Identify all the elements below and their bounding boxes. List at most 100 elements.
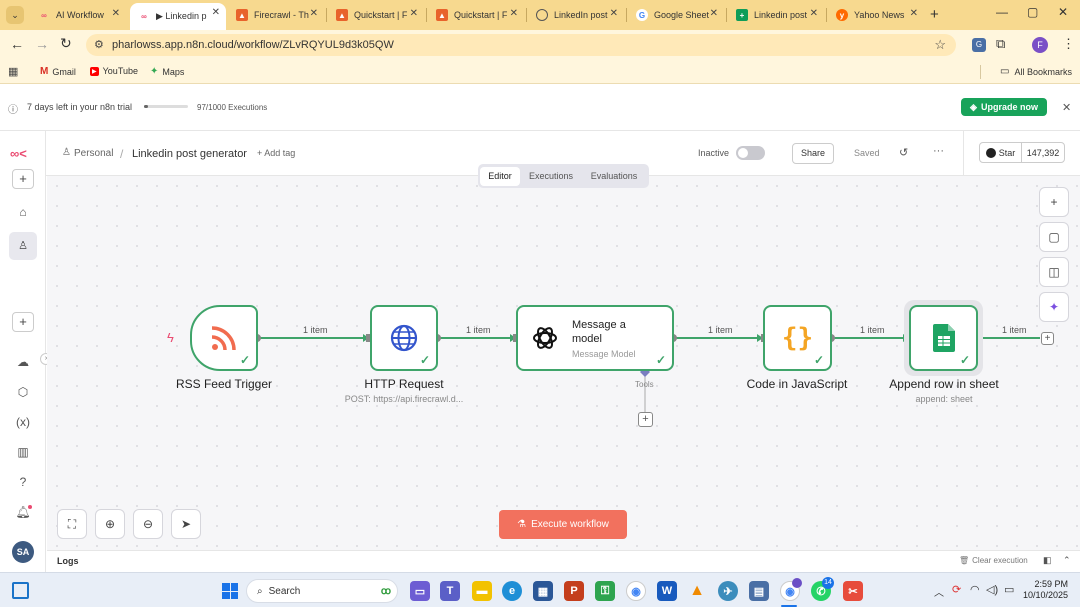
profile-avatar[interactable]: F: [1032, 37, 1048, 53]
show-hidden-icons[interactable]: ︿: [934, 584, 944, 599]
help-icon[interactable]: ?: [14, 473, 32, 491]
sticky-note-button[interactable]: ▢: [1039, 222, 1069, 252]
node-message-a-model[interactable]: Message a model Message Model ✓: [516, 305, 674, 371]
add-tool-button[interactable]: +: [638, 412, 653, 427]
collapse-chevron-icon[interactable]: ⌃: [1063, 555, 1071, 566]
browser-tab[interactable]: LinkedIn post ✕: [528, 4, 624, 26]
share-button[interactable]: Share: [792, 143, 834, 164]
personal-icon[interactable]: ♙: [9, 232, 37, 260]
workflow-name[interactable]: Linkedin post generator: [132, 148, 247, 160]
apps-grid-icon[interactable]: ▦: [8, 65, 18, 78]
clock[interactable]: 2:59 PM 10/10/2025: [1022, 579, 1068, 601]
close-icon[interactable]: ✕: [810, 8, 818, 19]
add-node-panel-button[interactable]: +: [1039, 187, 1069, 217]
browser-tab[interactable]: + Linkedin post ✕: [728, 4, 824, 26]
close-icon[interactable]: ✕: [212, 7, 220, 18]
workflow-canvas[interactable]: Editor Executions Evaluations 1 item 1 i…: [47, 164, 1080, 550]
templates-icon[interactable]: ⬡: [14, 383, 32, 401]
address-bar[interactable]: ⚙ pharlowss.app.n8n.cloud/workflow/ZLvRQ…: [86, 34, 956, 56]
close-icon[interactable]: ✕: [310, 8, 318, 19]
chrome-icon[interactable]: ◉: [626, 581, 646, 601]
toggle-panel-button[interactable]: ◫: [1039, 257, 1069, 287]
variables-icon[interactable]: (x): [14, 413, 32, 431]
close-icon[interactable]: ✕: [410, 8, 418, 19]
create-button[interactable]: +: [12, 169, 34, 189]
browser-tab[interactable]: ▲ Quickstart | F ✕: [328, 4, 424, 26]
minimize-button[interactable]: —: [996, 5, 1008, 19]
close-icon[interactable]: ✕: [610, 8, 618, 19]
windows-start-icon[interactable]: [222, 583, 238, 599]
app-icon[interactable]: ▤: [749, 581, 769, 601]
upgrade-button[interactable]: ◈ Upgrade now: [961, 98, 1047, 116]
powerpoint-icon[interactable]: P: [564, 581, 584, 601]
add-node-button[interactable]: +: [1041, 332, 1054, 345]
close-icon[interactable]: ✕: [112, 8, 120, 19]
browser-menu-icon[interactable]: ⋮: [1062, 36, 1075, 52]
teams-icon[interactable]: T: [440, 581, 460, 601]
close-icon[interactable]: ✕: [710, 8, 718, 19]
forward-icon[interactable]: →: [35, 36, 49, 52]
popout-icon[interactable]: ◧: [1043, 555, 1052, 566]
browser-tab[interactable]: G Google Sheet ✕: [628, 4, 724, 26]
fit-view-button[interactable]: ⛶: [57, 509, 87, 539]
more-options-icon[interactable]: ···: [933, 145, 944, 157]
node-rss-feed-trigger[interactable]: ✓: [190, 305, 258, 371]
tab-search-chevron-icon[interactable]: ⌄: [6, 6, 24, 24]
bookmark-youtube[interactable]: ▶ YouTube: [90, 66, 138, 76]
browser-tab[interactable]: ▲ Quickstart | F ✕: [428, 4, 524, 26]
cloud-icon[interactable]: ☁: [14, 353, 32, 371]
n8n-logo-icon[interactable]: ∞<: [10, 146, 27, 161]
insights-icon[interactable]: ▥: [14, 443, 32, 461]
task-view-icon[interactable]: ▭: [410, 581, 430, 601]
ai-assistant-button[interactable]: ✦: [1039, 292, 1069, 322]
node-code-javascript[interactable]: {} ✓: [763, 305, 832, 371]
node-append-row-in-sheet[interactable]: ✓: [909, 305, 978, 371]
edge-icon[interactable]: e: [502, 581, 522, 601]
app-icon[interactable]: ✈: [718, 581, 738, 601]
vlc-icon[interactable]: ▲: [687, 581, 707, 601]
site-info-icon[interactable]: ⚙: [94, 38, 104, 51]
breadcrumb-project[interactable]: Personal: [74, 148, 113, 159]
volume-icon[interactable]: ◁): [986, 583, 998, 596]
word-icon[interactable]: W: [657, 581, 677, 601]
clear-execution-button[interactable]: 🗑︎ Clear execution: [959, 556, 1028, 565]
logs-bar[interactable]: Logs 🗑︎ Clear execution ◧ ⌃: [47, 550, 1080, 572]
maximize-button[interactable]: ▢: [1027, 5, 1038, 19]
bookmark-gmail[interactable]: M Gmail: [40, 66, 76, 77]
bookmark-maps[interactable]: ✦ Maps: [150, 66, 184, 77]
zoom-in-button[interactable]: ⊕: [95, 509, 125, 539]
tray-app-icon[interactable]: ⟳: [952, 583, 961, 596]
close-banner-icon[interactable]: ✕: [1062, 101, 1071, 114]
battery-icon[interactable]: ▭: [1004, 583, 1014, 596]
browser-tab[interactable]: ▲ Firecrawl - Th ✕: [228, 4, 324, 26]
close-icon[interactable]: ✕: [510, 8, 518, 19]
execute-workflow-button[interactable]: ⚗ Execute workflow: [499, 510, 627, 539]
add-tag-button[interactable]: + Add tag: [257, 148, 295, 158]
close-window-button[interactable]: ✕: [1058, 5, 1068, 19]
user-avatar[interactable]: SA: [12, 541, 34, 563]
widgets-icon[interactable]: [12, 582, 29, 599]
file-explorer-icon[interactable]: ▬: [472, 581, 492, 601]
node-http-request[interactable]: ✓: [370, 305, 438, 371]
bookmark-star-icon[interactable]: ☆: [934, 37, 946, 53]
security-icon[interactable]: ⚿: [595, 581, 615, 601]
active-toggle[interactable]: [736, 146, 765, 160]
history-icon[interactable]: ↺: [899, 146, 908, 159]
back-icon[interactable]: ←: [10, 36, 24, 52]
close-icon[interactable]: ✕: [910, 8, 918, 19]
extensions-puzzle-icon[interactable]: ⧉: [996, 36, 1005, 52]
all-bookmarks[interactable]: ▭ All Bookmarks: [1000, 66, 1072, 77]
tidy-up-button[interactable]: ➤: [171, 509, 201, 539]
store-icon[interactable]: ▦: [533, 581, 553, 601]
wifi-icon[interactable]: ◠: [970, 583, 980, 596]
github-star-button[interactable]: Star 147,392: [979, 142, 1065, 163]
extension-icon[interactable]: G: [972, 38, 986, 52]
browser-tab[interactable]: y Yahoo News ✕: [828, 4, 924, 26]
zoom-out-button[interactable]: ⊖: [133, 509, 163, 539]
reload-icon[interactable]: ↻: [60, 35, 72, 52]
snipping-tool-icon[interactable]: ✂: [843, 581, 863, 601]
new-tab-button[interactable]: +: [930, 6, 939, 23]
taskbar-search[interactable]: ⌕ Search ꝏ: [246, 579, 398, 603]
home-icon[interactable]: ⌂: [14, 203, 32, 221]
add-project-button[interactable]: +: [12, 312, 34, 332]
